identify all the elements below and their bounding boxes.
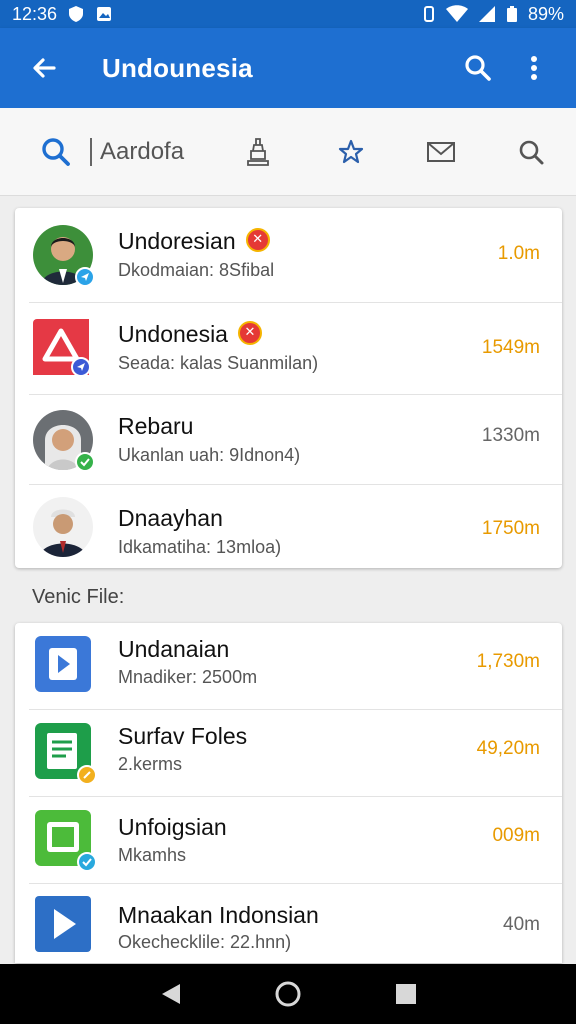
more-vert-icon (531, 56, 537, 80)
back-triangle-icon (162, 984, 180, 1004)
arrow-left-icon (33, 58, 56, 78)
nav-back-button[interactable] (131, 964, 211, 1024)
list-item[interactable]: Dnaayhan Idkamatiha: 13mloa) 1750m (15, 485, 562, 568)
contact-value: 1.0m (497, 243, 540, 264)
contact-value: 1330m (481, 425, 540, 446)
back-button[interactable] (16, 40, 72, 96)
status-bar: 12:36 89% (0, 0, 576, 28)
monument-icon (247, 138, 269, 166)
frame-icon (35, 810, 97, 872)
file-subtitle: Mnadiker: 2500m (118, 667, 258, 687)
app-bar: Undounesia (0, 28, 576, 108)
list-item[interactable]: Surfav Foles 2.kerms 49,20m (15, 710, 562, 797)
status-time: 12:36 (12, 3, 58, 24)
tab-favorites[interactable] (306, 108, 396, 196)
contact-value: 1750m (481, 518, 540, 539)
home-circle-icon (275, 981, 301, 1007)
tab-mail[interactable] (396, 108, 486, 196)
search-button[interactable] (450, 40, 506, 96)
wifi-icon (445, 5, 468, 23)
verified-badge-icon (75, 452, 95, 472)
list-item[interactable]: Rebaru Ukanlan uah: 9Idnon4) 1330m (15, 395, 562, 485)
contact-subtitle: Idkamatiha: 13mloa) (118, 537, 282, 557)
file-value: 40m (503, 914, 540, 935)
notification-image-icon (95, 5, 113, 23)
people-card: Undoresian Dkodmaian: 8Sfibal 1.0m Undon… (15, 208, 562, 568)
list-item[interactable]: Undoresian Dkodmaian: 8Sfibal 1.0m (15, 208, 562, 303)
edit-badge-icon (77, 765, 97, 785)
avatar (33, 410, 95, 472)
search-outline-icon (519, 140, 544, 165)
signal-icon (478, 5, 496, 23)
file-subtitle: Okechecklile: 22.hnn) (118, 932, 292, 952)
contact-subtitle: Seada: kalas Suanmilan) (118, 353, 319, 373)
list-item[interactable]: Undanaian Mnadiker: 2500m 1,730m (15, 623, 562, 710)
avatar (33, 319, 93, 379)
tab-monument[interactable] (210, 108, 306, 196)
star-icon (338, 139, 364, 164)
nav-recents-button[interactable] (366, 964, 446, 1024)
tab-bar: Aardofa (0, 108, 576, 301)
file-value: 49,20m (476, 738, 540, 759)
file-name: Undanaian (118, 636, 230, 662)
contact-name: Undoresian (118, 228, 270, 255)
verified-badge-icon (75, 267, 95, 287)
flag-badge-icon (245, 228, 270, 252)
file-name: Surfav Foles (118, 723, 248, 749)
files-card: Undanaian Mnadiker: 2500m 1,730m Surfav … (15, 623, 562, 963)
search-icon (42, 138, 70, 166)
check-badge-icon (77, 852, 97, 872)
vibrate-icon (422, 5, 436, 23)
document-icon (35, 723, 97, 785)
search-query-text[interactable]: Aardofa (90, 138, 184, 166)
play-file-icon (35, 636, 91, 692)
file-value: 009m (492, 825, 540, 846)
section-header: Venic File: (32, 586, 125, 608)
list-item[interactable]: Unfoigsian Mkamhs 009m (15, 797, 562, 884)
file-subtitle: Mkamhs (118, 845, 187, 865)
contact-name: Undonesia (118, 321, 262, 348)
battery-icon (506, 5, 518, 23)
verified-badge-icon (71, 357, 91, 377)
list-item[interactable]: Mnaakan Indonsian Okechecklile: 22.hnn) … (15, 884, 562, 963)
file-name: Unfoigsian (118, 814, 227, 840)
tab-search-secondary[interactable] (486, 108, 576, 196)
list-item[interactable]: Undonesia Seada: kalas Suanmilan) 1549m (15, 303, 562, 395)
flag-badge-icon (237, 321, 262, 345)
page-title: Undounesia (102, 52, 253, 83)
notification-shield-icon (67, 5, 85, 23)
file-value: 1,730m (476, 651, 540, 672)
avatar (33, 497, 93, 557)
mail-icon (427, 142, 455, 162)
nav-home-button[interactable] (248, 964, 328, 1024)
avatar (33, 225, 95, 287)
contact-name: Rebaru (118, 413, 194, 439)
file-name: Mnaakan Indonsian (118, 902, 319, 928)
recents-square-icon (396, 984, 416, 1004)
contact-value: 1549m (481, 337, 540, 358)
contact-subtitle: Ukanlan uah: 9Idnon4) (118, 445, 301, 465)
contact-subtitle: Dkodmaian: 8Sfibal (118, 260, 275, 280)
more-options-button[interactable] (506, 40, 562, 96)
contact-name: Dnaayhan (118, 505, 223, 531)
search-icon (465, 55, 491, 81)
battery-percent: 89% (527, 3, 564, 24)
play-icon (35, 896, 91, 952)
system-nav-bar (0, 964, 576, 1024)
tab-search[interactable]: Aardofa (0, 108, 210, 196)
file-subtitle: 2.kerms (118, 754, 183, 774)
